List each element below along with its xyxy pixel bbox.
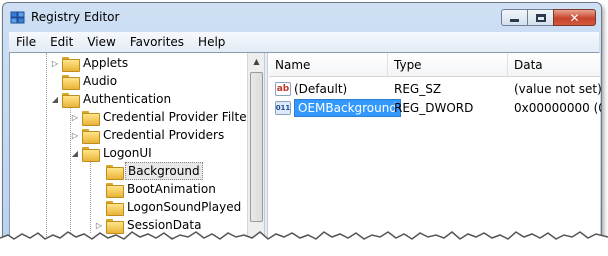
window-title: Registry Editor xyxy=(31,10,120,24)
folder-icon xyxy=(106,164,124,180)
folder-icon xyxy=(82,110,100,126)
pane-splitter[interactable] xyxy=(264,53,268,253)
menu-bar: File Edit View Favorites Help xyxy=(9,32,599,52)
tree-node-label[interactable]: Authentication xyxy=(81,91,173,107)
tree-node[interactable]: ◢ LogonUI xyxy=(70,144,154,162)
value-data: (value not set) xyxy=(514,82,602,96)
expand-arrow-icon[interactable]: ▷ xyxy=(70,131,80,140)
close-button[interactable]: ✕ xyxy=(553,9,596,26)
tree-node-label[interactable]: Credential Providers xyxy=(101,127,226,143)
value-name[interactable]: OEMBackground xyxy=(294,99,401,117)
menu-view[interactable]: View xyxy=(80,35,122,49)
column-header-data[interactable]: Data xyxy=(508,53,601,77)
tree-node[interactable]: Background xyxy=(94,162,203,180)
tree-node-label[interactable]: Background xyxy=(125,162,203,180)
maximize-button[interactable] xyxy=(527,9,554,26)
tree-node-label[interactable]: Applets xyxy=(81,55,130,71)
folder-icon xyxy=(62,92,80,108)
folder-icon xyxy=(106,182,124,198)
expand-arrow-icon[interactable]: ▷ xyxy=(50,59,60,68)
minimize-icon xyxy=(510,19,519,22)
column-header-type[interactable]: Type xyxy=(388,53,508,77)
value-row[interactable]: 011 OEMBackground REG_DWORD 0x00000000 (0) xyxy=(269,99,602,117)
tree-node[interactable]: ▷ Applets xyxy=(50,54,130,72)
expand-arrow-icon[interactable]: ▷ xyxy=(70,113,80,122)
folder-icon xyxy=(106,200,124,216)
scroll-up-arrow-icon[interactable]: ▲ xyxy=(248,53,265,70)
tree-node[interactable]: ◢ Authentication xyxy=(50,90,173,108)
torn-edge-decoration xyxy=(0,231,608,256)
title-bar[interactable]: Registry Editor ✕ xyxy=(3,3,601,31)
registry-editor-window: Registry Editor ✕ File Edit View Favorit… xyxy=(2,2,602,254)
minimize-button[interactable] xyxy=(501,9,528,26)
tree-node[interactable]: ▷ Credential Provider Filters xyxy=(70,108,260,126)
values-list: Name Type Data ab (Default) REG_SZ (value n… xyxy=(269,53,602,253)
menu-help[interactable]: Help xyxy=(191,35,232,49)
tree-connector xyxy=(90,161,91,233)
tree-node[interactable]: LogonSoundPlayed xyxy=(94,198,243,216)
tree-node[interactable]: BootAnimation xyxy=(94,180,218,198)
tree-node-label[interactable]: LogonSoundPlayed xyxy=(125,199,243,215)
tree-node-label[interactable]: Credential Provider Filters xyxy=(101,109,260,125)
maximize-icon xyxy=(535,13,546,22)
tree-node-label[interactable]: BootAnimation xyxy=(125,181,218,197)
registry-key-tree[interactable]: ▷ Applets Audio ◢ Authentication ▷ Credential … xyxy=(10,53,265,253)
value-row[interactable]: ab (Default) REG_SZ (value not set) xyxy=(269,80,602,98)
registry-editor-app-icon xyxy=(10,11,25,24)
tree-node[interactable]: Audio xyxy=(50,72,119,90)
collapse-arrow-icon[interactable]: ◢ xyxy=(50,95,60,104)
dword-value-icon: 011 xyxy=(275,101,291,115)
value-type: REG_SZ xyxy=(394,82,442,96)
tree-node-label[interactable]: LogonUI xyxy=(101,145,154,161)
tree-node[interactable]: ▷ Credential Providers xyxy=(70,126,226,144)
editor-content: ▷ Applets Audio ◢ Authentication ▷ Credential … xyxy=(9,52,602,253)
folder-icon xyxy=(62,74,80,90)
string-value-icon: ab xyxy=(275,82,291,96)
value-type: REG_DWORD xyxy=(394,101,474,115)
scrollbar-thumb[interactable] xyxy=(250,72,263,222)
folder-icon xyxy=(82,128,100,144)
folder-icon xyxy=(62,56,80,72)
menu-edit[interactable]: Edit xyxy=(43,35,80,49)
tree-vertical-scrollbar[interactable]: ▲ xyxy=(247,53,265,253)
tree-node-label[interactable]: Audio xyxy=(81,73,119,89)
tree-connector xyxy=(46,53,47,253)
close-icon: ✕ xyxy=(569,10,580,25)
menu-favorites[interactable]: Favorites xyxy=(123,35,191,49)
caption-buttons: ✕ xyxy=(501,9,596,26)
value-name-cell: ab (Default) xyxy=(275,80,347,98)
list-header: Name Type Data xyxy=(269,53,600,77)
value-name[interactable]: (Default) xyxy=(294,82,347,96)
menu-file[interactable]: File xyxy=(9,35,43,49)
collapse-arrow-icon[interactable]: ◢ xyxy=(70,149,80,158)
folder-icon xyxy=(82,146,100,162)
value-name-cell: 011 OEMBackground xyxy=(275,99,401,117)
value-data: 0x00000000 (0) xyxy=(514,101,602,115)
column-header-name[interactable]: Name xyxy=(269,53,388,77)
